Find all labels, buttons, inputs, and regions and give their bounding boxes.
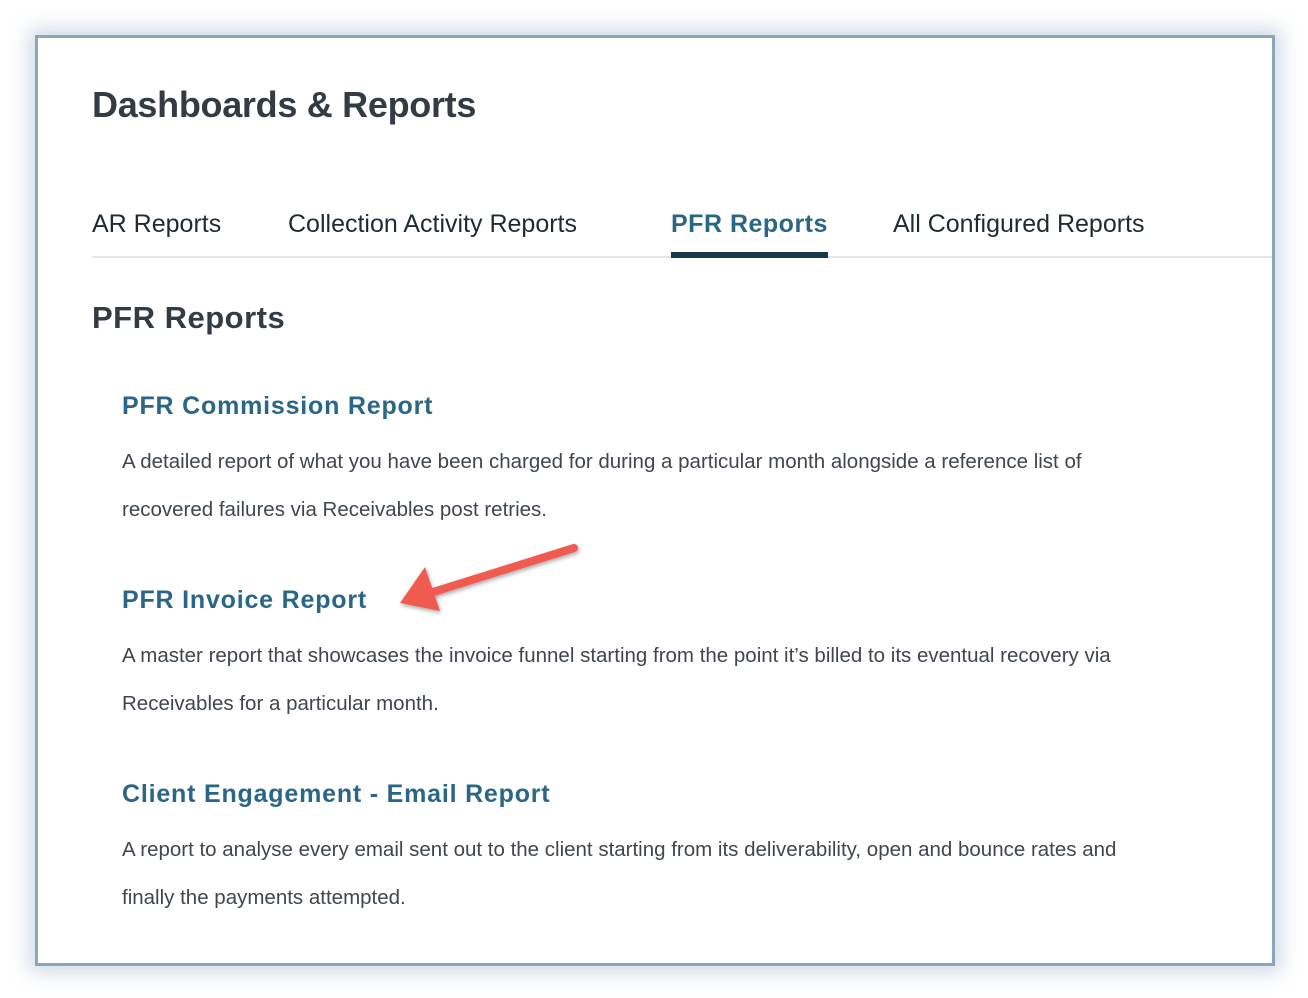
pfr-commission-report-link[interactable]: PFR Commission Report: [122, 388, 1122, 424]
client-engagement-email-report-description: A report to analyse every email sent out…: [122, 838, 1117, 909]
report-item-pfr-commission: PFR Commission Report A detailed report …: [122, 388, 1122, 534]
section-title: PFR Reports: [92, 300, 286, 335]
reports-panel: Dashboards & Reports AR Reports Collecti…: [35, 35, 1275, 966]
report-tabs: AR Reports Collection Activity Reports P…: [92, 206, 1272, 258]
pfr-commission-report-description: A detailed report of what you have been …: [122, 450, 1082, 521]
pfr-invoice-report-description: A master report that showcases the invoi…: [122, 644, 1111, 715]
pfr-invoice-report-link[interactable]: PFR Invoice Report: [122, 582, 1122, 618]
tab-ar-reports[interactable]: AR Reports: [92, 206, 221, 256]
tab-collection-activity-reports[interactable]: Collection Activity Reports: [288, 206, 577, 256]
client-engagement-email-report-link[interactable]: Client Engagement - Email Report: [122, 776, 1122, 812]
page-title: Dashboards & Reports: [92, 84, 477, 125]
tab-pfr-reports[interactable]: PFR Reports: [671, 206, 828, 258]
report-item-client-engagement-email: Client Engagement - Email Report A repor…: [122, 776, 1122, 922]
tab-all-configured-reports[interactable]: All Configured Reports: [893, 206, 1145, 256]
report-item-pfr-invoice: PFR Invoice Report A master report that …: [122, 582, 1122, 728]
